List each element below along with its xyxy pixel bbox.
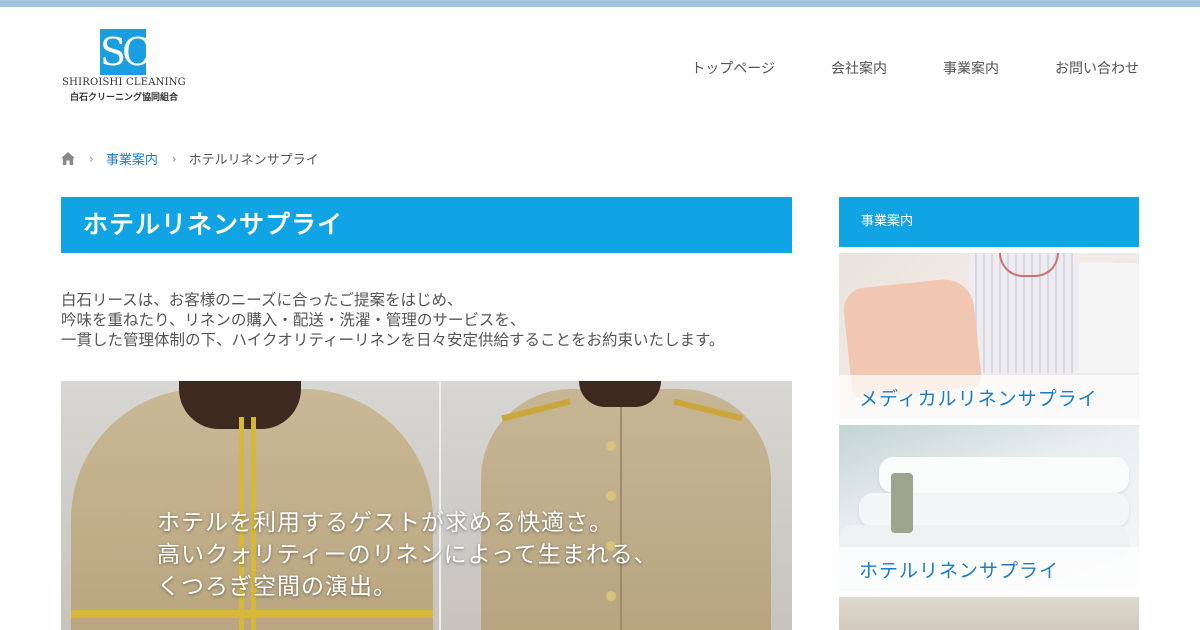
intro-line: 白石リースは、お客様のニーズに合ったご提案をはじめ、 (61, 291, 463, 309)
global-nav: トップページ 会社案内 事業案内 お問い合わせ (635, 58, 1139, 78)
intro-line: 一貫した管理体制の下、ハイクオリティーリネンを日々安定供給することをお約束いたし… (61, 331, 725, 349)
logo-mark: SC (100, 29, 151, 75)
hero-caption-line: 高いクォリティーのリネンによって生まれる、 (157, 542, 658, 568)
jacket-button (606, 491, 616, 501)
breadcrumb: › 事業案内 › ホテルリネンサプライ (61, 149, 319, 168)
home-icon[interactable] (61, 152, 75, 165)
sidebar-heading: 事業案内 (839, 197, 1139, 247)
sidebar-card-next[interactable] (839, 597, 1139, 630)
bottle-image (891, 473, 913, 533)
sidebar-card-hotel-linen[interactable]: ホテルリネンサプライ (839, 425, 1139, 591)
logo-name-en: SHIROISHI CLEANING (62, 77, 186, 88)
top-accent-bar (0, 0, 1200, 7)
hero-caption: ホテルを利用するゲストが求める快適さ。 高いクォリティーのリネンによって生まれる… (157, 507, 658, 603)
chevron-right-icon: › (89, 151, 94, 166)
sidebar-heading-text: 事業案内 (861, 214, 914, 229)
hero-image: ホテルを利用するゲストが求める快適さ。 高いクォリティーのリネンによって生まれる… (61, 381, 792, 630)
jacket-button (606, 441, 616, 451)
intro-line: 吟味を重ねたり、リネンの購入・配送・洗濯・管理のサービスを、 (61, 311, 526, 329)
intro-text: 白石リースは、お客様のニーズに合ったご提案をはじめ、 吟味を重ねたり、リネンの購… (61, 290, 792, 350)
nav-item-business[interactable]: 事業案内 (943, 58, 999, 78)
breadcrumb-parent-link[interactable]: 事業案内 (106, 149, 158, 168)
nav-item-company[interactable]: 会社案内 (831, 58, 887, 78)
hero-caption-line: くつろぎ空間の演出。 (157, 574, 397, 600)
hero-caption-line: ホテルを利用するゲストが求める快適さ。 (157, 510, 613, 536)
nav-item-top[interactable]: トップページ (691, 58, 775, 78)
logo-name-ja: 白石クリーニング協同組合 (69, 93, 178, 103)
page-title-bar: ホテルリネンサプライ (61, 197, 792, 253)
card-label[interactable]: ホテルリネンサプライ (859, 556, 1059, 583)
sidebar-card-medical-linen[interactable]: メディカルリネンサプライ (839, 253, 1139, 419)
chevron-right-icon: › (171, 151, 177, 166)
jacket-collar (579, 381, 661, 407)
breadcrumb-current: ホテルリネンサプライ (188, 153, 319, 168)
card-label[interactable]: メディカルリネンサプライ (859, 384, 1098, 411)
nav-item-contact[interactable]: お問い合わせ (1055, 58, 1139, 78)
site-logo[interactable]: SC SHIROISHI CLEANING 白石クリーニング協同組合 (60, 29, 188, 103)
page-title: ホテルリネンサプライ (83, 210, 344, 239)
towel-image (879, 457, 1129, 493)
